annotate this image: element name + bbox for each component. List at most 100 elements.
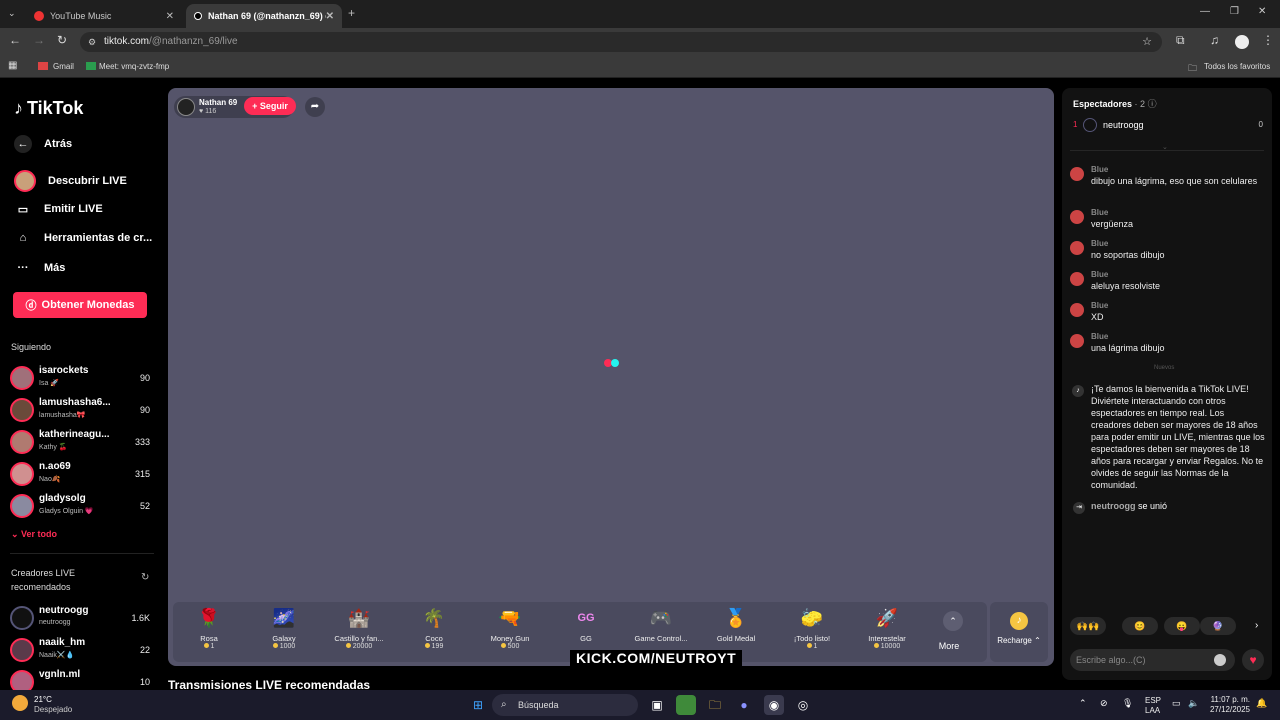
taskbar-search[interactable]: ⌕ Búsqueda [492, 694, 638, 716]
tab-tiktok[interactable]: Nathan 69 (@nathanzn_69) est ✕ [186, 4, 342, 28]
chat-username[interactable]: Blue [1091, 165, 1108, 174]
account-nickname: Kathy 🍒 [39, 444, 68, 451]
info-icon[interactable]: ⓘ [1148, 99, 1157, 109]
account-nickname: Nao🍂 [39, 476, 61, 483]
back-button[interactable]: ← Atrás [14, 135, 72, 153]
extensions-icon[interactable]: ⧉ [1176, 33, 1185, 48]
get-coins-button[interactable]: ⓓ Obtener Monedas [13, 292, 147, 318]
quick-reaction[interactable]: 🔮 [1200, 617, 1236, 635]
following-item[interactable]: n.ao69 Nao🍂 315 [10, 459, 150, 489]
creator-item[interactable]: naaik_hm Naaik⚔️💧 22 [10, 635, 150, 665]
tiktok-logo[interactable]: ♪ TikTok [14, 98, 83, 119]
avatar [10, 638, 34, 662]
network-off-icon[interactable]: ⊘ [1100, 698, 1108, 709]
more-label: More [938, 641, 960, 651]
bookmark-star-icon[interactable]: ☆ [1142, 32, 1152, 52]
creator-item[interactable]: vgnln.ml 10 [10, 667, 150, 690]
restore-icon[interactable]: ❐ [1230, 6, 1239, 17]
gift-item[interactable]: 🔫 Money Gun 500 [474, 606, 546, 660]
gift-item[interactable]: 🏰 Castillo y fan... 20000 [323, 606, 395, 660]
joined-user[interactable]: neutroogg [1091, 501, 1136, 511]
see-all-link[interactable]: ⌄ Ver todo [11, 529, 57, 540]
discord-icon[interactable]: ● [734, 695, 754, 715]
gift-price: 10000 [851, 643, 923, 650]
host-avatar [177, 98, 195, 116]
file-explorer-icon[interactable]: 🗀 [705, 695, 725, 715]
url-host: tiktok.com [104, 36, 150, 47]
minecraft-icon[interactable] [676, 695, 696, 715]
notification-bell-icon[interactable]: 🔔 [1256, 698, 1267, 709]
language-label[interactable]: ESP [1145, 696, 1161, 705]
emoji-icon[interactable] [1214, 654, 1226, 666]
viewer-count: 22 [139, 645, 150, 655]
viewer-count: 315 [134, 469, 150, 479]
chat-username[interactable]: Blue [1091, 270, 1108, 279]
following-item[interactable]: gladysolg Gladys Olguin 💗 52 [10, 491, 150, 521]
url-input[interactable]: ⚙ tiktok.com/@nathanzn_69/live ☆ [80, 32, 1162, 52]
menu-icon[interactable]: ⋮ [1262, 33, 1274, 47]
clock-time[interactable]: 11:07 p. m. [1206, 695, 1250, 704]
tab-search-icon[interactable]: ⌄ [8, 8, 16, 19]
quick-reaction[interactable]: 🙌🙌 [1070, 617, 1106, 635]
forward-arrow-icon[interactable]: → [33, 33, 45, 47]
join-icon: ⇥ [1073, 502, 1085, 514]
chat-username[interactable]: Blue [1091, 208, 1108, 217]
new-messages-label: Nuevos [1154, 365, 1175, 371]
windows-start-icon[interactable]: ⊞ [468, 695, 488, 715]
gift-item[interactable]: 🚀 Interestelar 10000 [851, 606, 923, 660]
nav-more[interactable]: ··· Más [14, 259, 66, 277]
following-item[interactable]: isarockets Isa 🚀 90 [10, 363, 150, 393]
refresh-icon[interactable]: ↻ [141, 572, 149, 583]
gg-icon: GG [577, 612, 595, 624]
microphone-icon[interactable]: 🎙 [1122, 698, 1133, 709]
live-video-player[interactable]: Nathan 69 ♥ 116 + Seguir ➦ [168, 88, 1054, 666]
following-item[interactable]: lamushasha6... lamushasha🎀 90 [10, 395, 150, 425]
close-window-icon[interactable]: ✕ [1258, 6, 1266, 17]
nav-creator-tools[interactable]: ⌂ Herramientas de cr... [14, 229, 153, 247]
task-view-icon[interactable]: ▣ [647, 695, 667, 715]
tab-youtube-music[interactable]: YouTube Music ✕ [26, 4, 182, 28]
viewer-row[interactable]: 1 neutroogg 0 [1073, 118, 1263, 134]
creator-item[interactable]: neutroogg neutroogg 1.6K [10, 603, 150, 633]
close-icon[interactable]: ✕ [166, 11, 174, 22]
tiktok-icon [194, 12, 202, 20]
volume-icon[interactable]: 🔈 [1188, 698, 1199, 709]
chat-username[interactable]: Blue [1091, 301, 1108, 310]
nav-discover-live[interactable]: Descubrir LIVE [14, 170, 127, 192]
reload-icon[interactable]: ↻ [57, 33, 67, 47]
chrome-icon[interactable]: ◉ [764, 695, 784, 715]
media-icon[interactable]: ♫ [1210, 33, 1219, 47]
site-info-icon[interactable]: ⚙ [88, 32, 96, 52]
nav-go-live[interactable]: ▭ Emitir LIVE [14, 200, 103, 218]
tray-chevron-icon[interactable]: ⌃ [1079, 698, 1087, 709]
share-icon[interactable]: ➦ [305, 97, 325, 117]
chevron-right-icon[interactable]: › [1255, 620, 1258, 631]
recharge-button[interactable]: ♪ Recharge ⌃ [990, 602, 1048, 662]
gift-name: Rosa [200, 634, 218, 643]
quick-reaction[interactable]: 😛 [1164, 617, 1200, 635]
chat-input[interactable]: Escribe algo...(C) [1070, 649, 1235, 671]
gift-item[interactable]: 🧽 ¡Todo listo! 1 [776, 606, 848, 660]
apps-grid-icon[interactable]: ▦ [8, 60, 17, 71]
chat-username[interactable]: Blue [1091, 332, 1108, 341]
heart-icon[interactable]: ♥ [1242, 649, 1264, 671]
back-arrow-icon[interactable]: ← [9, 33, 21, 47]
new-tab-icon[interactable]: + [348, 6, 355, 20]
following-item[interactable]: katherineagu... Kathy 🍒 333 [10, 427, 150, 457]
minimize-icon[interactable]: — [1200, 6, 1210, 17]
gift-item[interactable]: 🌴 Coco 199 [398, 606, 470, 660]
all-bookmarks[interactable]: Todos los favoritos [1204, 62, 1270, 71]
chat-username[interactable]: Blue [1091, 239, 1108, 248]
gift-item[interactable]: 🌌 Galaxy 1000 [248, 606, 320, 660]
app-icon[interactable]: ◎ [793, 695, 813, 715]
close-icon[interactable]: ✕ [326, 11, 334, 22]
bookmark-meet[interactable]: Meet: vmq-zvtz-fmp [99, 62, 169, 71]
quick-reaction[interactable]: 😊 [1122, 617, 1158, 635]
chevron-down-icon: ⌄ [11, 529, 22, 539]
follow-button[interactable]: + Seguir [244, 97, 296, 115]
profile-avatar[interactable] [1235, 35, 1249, 49]
more-gifts-button[interactable]: ⌃ More [935, 611, 963, 651]
bookmark-gmail[interactable]: Gmail [53, 62, 74, 71]
gift-item[interactable]: 🌹 Rosa 1 [173, 606, 245, 660]
display-icon[interactable]: ▭ [1172, 698, 1181, 709]
